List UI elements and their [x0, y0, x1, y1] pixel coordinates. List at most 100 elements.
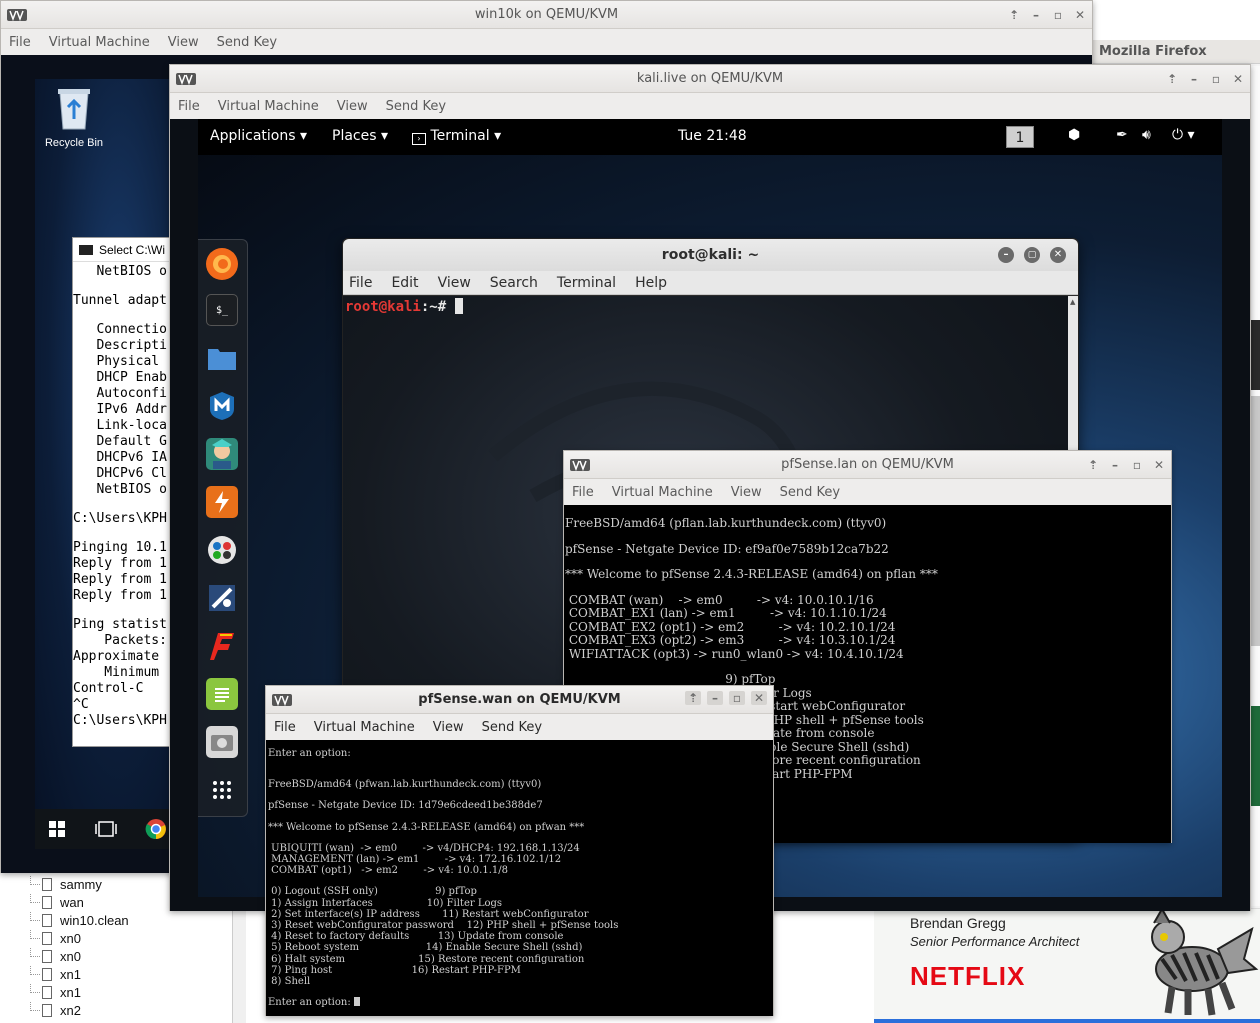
metasploit-icon[interactable] — [206, 390, 238, 422]
win10-titlebar: win10k on QEMU/KVM ⇡ – ▫ ✕ — [1, 1, 1092, 29]
console-line: WIFIATTACK (opt3) -> run0_wlan0 -> v4: 1… — [565, 646, 904, 661]
menu-file[interactable]: File — [178, 99, 200, 114]
terminal-icon[interactable]: $_ — [206, 294, 238, 326]
file-icon — [42, 968, 52, 981]
console-line: *** Welcome to pfSense 2.4.3-RELEASE (am… — [565, 567, 938, 581]
close-button[interactable]: ✕ — [1050, 247, 1066, 263]
menu-virtual-machine[interactable]: Virtual Machine — [612, 485, 713, 500]
up-arrow-icon[interactable]: ⇡ — [1087, 458, 1099, 472]
tree-item[interactable]: xn0 — [0, 948, 232, 966]
pflan-menubar: File Virtual Machine View Send Key — [564, 479, 1171, 505]
minimize-button[interactable]: – — [707, 691, 723, 705]
menu-send-key[interactable]: Send Key — [386, 99, 446, 114]
file-icon — [42, 1004, 52, 1017]
minimize-button[interactable]: – — [1109, 458, 1121, 472]
files-icon[interactable] — [206, 342, 238, 374]
terminal-menu-help[interactable]: Help — [635, 275, 667, 291]
task-view-icon[interactable] — [95, 821, 117, 837]
tree-item[interactable]: xn1 — [0, 984, 232, 1002]
faraday-icon[interactable] — [206, 630, 238, 662]
up-arrow-icon[interactable]: ⇡ — [685, 691, 701, 705]
applications-menu[interactable]: Applications ▾ — [210, 128, 307, 144]
terminal-menu-search[interactable]: Search — [490, 275, 538, 291]
camera-icon[interactable]: ⬢ — [1068, 127, 1080, 143]
menu-view[interactable]: View — [433, 720, 464, 735]
maximize-button[interactable]: ▢ — [1024, 247, 1040, 263]
recycle-bin[interactable]: Recycle Bin — [41, 85, 107, 149]
menu-view[interactable]: View — [731, 485, 762, 500]
leafpad-icon[interactable] — [206, 678, 238, 710]
firefox-title: Mozilla Firefox — [1099, 44, 1207, 59]
firefox-icon[interactable] — [206, 248, 238, 280]
terminal-menu-view[interactable]: View — [438, 275, 471, 291]
terminal-menubar: File Edit View Search Terminal Help — [343, 271, 1078, 295]
places-label: Places — [332, 128, 377, 144]
menu-virtual-machine[interactable]: Virtual Machine — [218, 99, 319, 114]
panel-clock[interactable]: Tue 21:48 — [678, 128, 747, 144]
terminal-menu-file[interactable]: File — [349, 275, 372, 291]
tree-item-label: xn0 — [60, 931, 81, 946]
console-line: COMBAT_EX2 (opt1) -> em2 -> v4: 10.2.10.… — [565, 619, 896, 634]
menu-view[interactable]: View — [168, 35, 199, 50]
cmd-line: Reply from 1 — [73, 556, 167, 571]
tree-item[interactable]: win10.clean — [0, 912, 232, 930]
beef-icon[interactable] — [206, 582, 238, 614]
pony-mascot-image — [1151, 909, 1259, 1016]
tree-item-label: win10.clean — [60, 913, 129, 928]
cmd-line: Link-loca — [73, 418, 167, 433]
pfwan-titlebar: pfSense.wan on QEMU/KVM ⇡ – ▫ ✕ — [266, 686, 773, 714]
close-button[interactable]: ✕ — [1153, 458, 1165, 472]
menu-send-key[interactable]: Send Key — [482, 720, 542, 735]
cmd-line: DHCPv6 Cl — [73, 466, 167, 481]
places-menu[interactable]: Places ▾ — [332, 128, 388, 144]
windows-start-icon[interactable] — [49, 821, 65, 837]
console-line: Enter an option: — [268, 748, 351, 759]
maximize-button[interactable]: ▫ — [1052, 8, 1064, 22]
menu-virtual-machine[interactable]: Virtual Machine — [314, 720, 415, 735]
maximize-button[interactable]: ▫ — [729, 691, 745, 705]
burpsuite-icon[interactable] — [206, 486, 238, 518]
close-button[interactable]: ✕ — [1232, 72, 1244, 86]
screenshot-icon[interactable] — [206, 726, 238, 758]
console-line: COMBAT_EX3 (opt2) -> em3 -> v4: 10.3.10.… — [565, 633, 896, 647]
close-button[interactable]: ✕ — [751, 691, 767, 705]
maximize-button[interactable]: ▫ — [1210, 72, 1222, 86]
tree-item[interactable]: xn0 — [0, 930, 232, 948]
menu-send-key[interactable]: Send Key — [780, 485, 840, 500]
show-apps-icon[interactable] — [206, 774, 238, 806]
menu-send-key[interactable]: Send Key — [217, 35, 277, 50]
terminal-menu[interactable]: › Terminal ▾ — [412, 128, 501, 145]
volume-icon[interactable]: 🔊︎ — [1142, 127, 1151, 143]
armitage-icon[interactable] — [206, 438, 238, 470]
menu-file[interactable]: File — [572, 485, 594, 500]
up-arrow-icon[interactable]: ⇡ — [1008, 8, 1020, 22]
chrome-icon[interactable] — [145, 818, 167, 840]
menu-virtual-machine[interactable]: Virtual Machine — [49, 35, 150, 50]
maltego-icon[interactable] — [206, 534, 238, 566]
terminal-menu-edit[interactable]: Edit — [391, 275, 418, 291]
minimize-button[interactable]: – — [998, 247, 1014, 263]
cmd-line: Pinging 10.1 — [73, 540, 167, 555]
terminal-label: Terminal — [430, 128, 490, 144]
menu-file[interactable]: File — [274, 720, 296, 735]
pen-icon[interactable]: ✒ — [1116, 127, 1128, 143]
maximize-button[interactable]: ▫ — [1131, 458, 1143, 472]
pfwan-console[interactable]: Enter an option: FreeBSD/amd64 (pfwan.lab… — [266, 740, 773, 1016]
tree-item[interactable]: xn2 — [0, 1002, 232, 1020]
tree-item[interactable]: xn1 — [0, 966, 232, 984]
power-icon[interactable]: ⏻ ▾ — [1172, 127, 1195, 143]
minimize-button[interactable]: – — [1030, 8, 1042, 22]
pfwan-window-controls: ⇡ – ▫ ✕ — [685, 691, 767, 705]
kali-titlebar: kali.live on QEMU/KVM ⇡ – ▫ ✕ — [170, 65, 1250, 93]
up-arrow-icon[interactable]: ⇡ — [1166, 72, 1178, 86]
console-line: pfSense - Netgate Device ID: 1d79e6cdeed… — [268, 800, 543, 812]
tree-item-label: xn2 — [60, 1003, 81, 1018]
menu-file[interactable]: File — [9, 35, 31, 50]
minimize-button[interactable]: – — [1188, 72, 1200, 86]
menu-view[interactable]: View — [337, 99, 368, 114]
terminal-menu-terminal[interactable]: Terminal — [557, 275, 616, 291]
close-button[interactable]: ✕ — [1074, 8, 1086, 22]
workspace-indicator[interactable]: 1 — [1006, 126, 1034, 148]
